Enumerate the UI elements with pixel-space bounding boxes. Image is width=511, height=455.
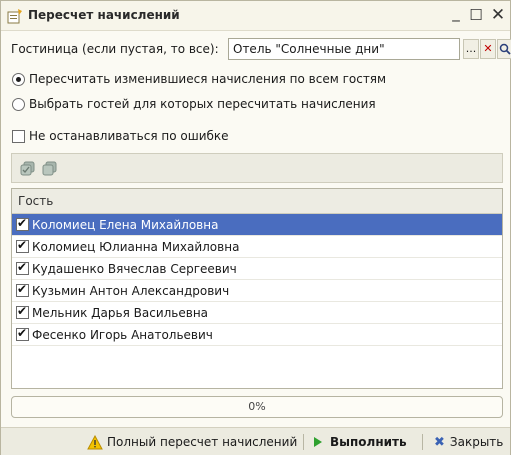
uncheck-all-icon[interactable] [42, 161, 57, 176]
guest-toolbar [11, 153, 503, 183]
continue-on-error-label: Не останавливаться по ошибке [29, 129, 229, 143]
check-all-icon[interactable] [20, 161, 35, 176]
play-icon [314, 437, 322, 447]
table-row[interactable]: Кудашенко Вячеслав Сергеевич [12, 258, 502, 280]
close-window-button[interactable]: ✕ [489, 5, 507, 25]
guest-name: Кузьмин Антон Александрович [32, 283, 230, 298]
guest-name: Коломиец Юлианна Михайловна [32, 239, 240, 254]
continue-on-error-checkbox[interactable]: Не останавливаться по ошибке [12, 127, 229, 145]
separator [303, 434, 304, 450]
recalc-window: Пересчет начислений _ ☐ ✕ Гостиница (есл… [0, 0, 511, 455]
guest-name: Фесенко Игорь Анатольевич [32, 327, 213, 342]
hotel-input[interactable]: Отель "Солнечные дни" [228, 38, 460, 60]
radio-select-guests-indicator[interactable] [12, 97, 25, 111]
row-checkbox[interactable] [16, 304, 29, 319]
form-icon [7, 9, 22, 24]
close-button[interactable]: ✖ Закрыть [434, 433, 503, 451]
run-label: Выполнить [330, 435, 407, 449]
separator [422, 434, 423, 450]
hotel-label: Гостиница (если пустая, то все): [11, 42, 219, 56]
row-checkbox[interactable] [16, 282, 29, 297]
row-checkbox[interactable] [16, 326, 29, 341]
continue-on-error-box[interactable] [12, 129, 25, 143]
full-recalc-label: Полный пересчет начислений [107, 435, 298, 449]
radio-select-guests-label: Выбрать гостей для которых пересчитать н… [29, 97, 376, 111]
full-recalc-button[interactable]: Полный пересчет начислений [87, 433, 297, 451]
guest-name: Кудашенко Вячеслав Сергеевич [32, 261, 237, 276]
progress-bar: 0% [11, 396, 503, 418]
close-label: Закрыть [449, 435, 504, 449]
guest-name: Мельник Дарья Васильевна [32, 305, 209, 320]
table-row[interactable]: Коломиец Юлианна Михайловна [12, 236, 502, 258]
row-checkbox[interactable] [16, 216, 29, 231]
search-icon [499, 43, 511, 55]
hotel-open-button[interactable] [497, 39, 511, 59]
maximize-button[interactable]: ☐ [467, 5, 485, 25]
guest-name: Коломиец Елена Михайловна [32, 217, 219, 232]
table-row[interactable]: Фесенко Игорь Анатольевич [12, 324, 502, 346]
guest-column-header[interactable]: Гость [12, 189, 502, 214]
hotel-field-row: Гостиница (если пустая, то все): Отель "… [11, 38, 511, 60]
hotel-select-button[interactable]: ... [463, 39, 479, 59]
radio-select-guests[interactable]: Выбрать гостей для которых пересчитать н… [12, 95, 376, 113]
guest-table: Гость Коломиец Елена Михайловна Коломиец… [11, 188, 503, 389]
radio-recalc-all-label: Пересчитать изменившиеся начисления по в… [29, 72, 387, 86]
hotel-clear-button[interactable]: ✕ [480, 39, 496, 59]
progress-text: 0% [248, 400, 266, 413]
window-title: Пересчет начислений [28, 8, 180, 22]
table-row[interactable]: Мельник Дарья Васильевна [12, 302, 502, 324]
warning-icon [87, 434, 103, 449]
run-button[interactable]: Выполнить [314, 433, 407, 451]
title-bar[interactable]: Пересчет начислений _ ☐ ✕ [1, 1, 510, 31]
action-bar: Полный пересчет начислений Выполнить ✖ З… [1, 427, 510, 455]
row-checkbox[interactable] [16, 260, 29, 275]
table-row[interactable]: Кузьмин Антон Александрович [12, 280, 502, 302]
radio-recalc-all[interactable]: Пересчитать изменившиеся начисления по в… [12, 70, 386, 88]
radio-recalc-all-indicator[interactable] [12, 72, 25, 86]
close-icon: ✖ [434, 434, 445, 450]
row-checkbox[interactable] [16, 238, 29, 253]
table-row[interactable]: Коломиец Елена Михайловна [12, 214, 502, 236]
minimize-button[interactable]: _ [447, 3, 465, 23]
